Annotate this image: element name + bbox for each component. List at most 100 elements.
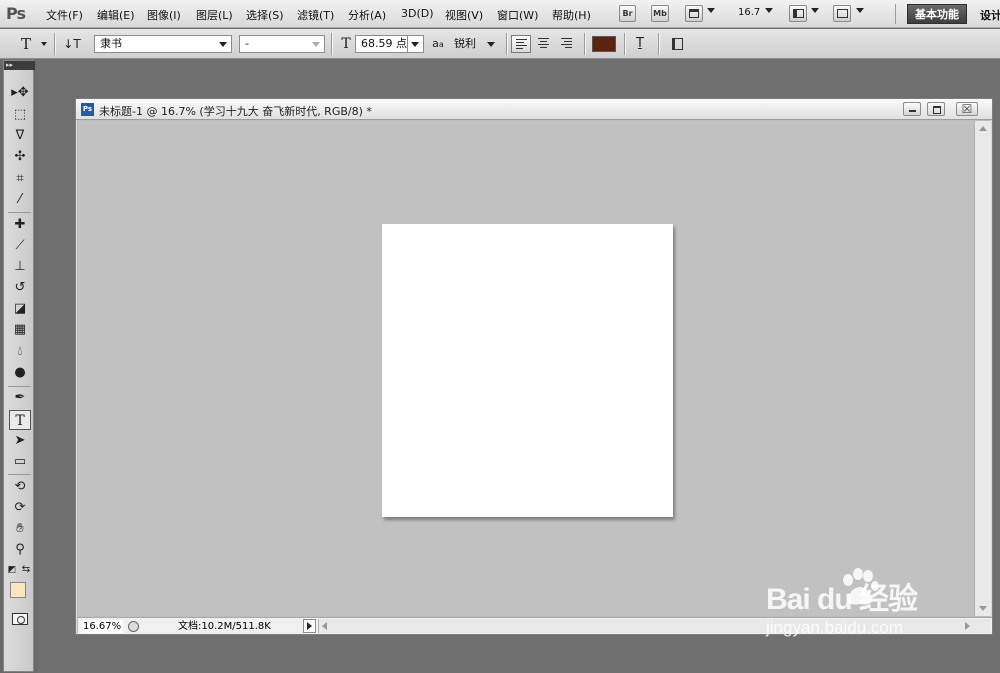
horizontal-scrollbar[interactable]: [318, 619, 990, 633]
zoom-field[interactable]: 16.67%: [81, 620, 123, 633]
close-icon: ☒: [961, 102, 973, 116]
blur-tool-icon[interactable]: 💧︎: [9, 342, 31, 362]
bridge-button[interactable]: Br: [619, 5, 636, 22]
chevron-down-icon: [411, 42, 419, 47]
options-separator: [506, 33, 507, 55]
3d-rotate-tool-icon[interactable]: ⟲: [9, 477, 31, 497]
photoshop-document-icon: Ps: [81, 103, 94, 116]
document-title-bar[interactable]: Ps 未标题-1 @ 16.7% (学习十九大 奋飞新时代, RGB/8) * …: [76, 99, 992, 120]
swap-colors-icon[interactable]: ⇆: [20, 560, 32, 580]
menu-3d[interactable]: 3D(D): [401, 7, 434, 20]
menu-view[interactable]: 视图(V): [445, 7, 483, 23]
menu-analysis[interactable]: 分析(A): [348, 7, 386, 23]
close-button[interactable]: ☒: [956, 102, 978, 116]
tools-separator: [8, 386, 31, 387]
lasso-tool-icon[interactable]: ᐁ: [9, 126, 31, 146]
menu-bar: Ps 文件(F) 编辑(E) 图像(I) 图层(L) 选择(S) 滤镜(T) 分…: [0, 0, 1000, 28]
toggle-text-orientation-icon[interactable]: ↓T: [62, 35, 82, 53]
scroll-left-icon[interactable]: [322, 622, 327, 630]
screen-mode-button[interactable]: [833, 5, 851, 22]
pen-tool-icon[interactable]: ✒: [9, 388, 31, 408]
marquee-tool-icon[interactable]: ⬚: [9, 105, 31, 125]
maximize-button[interactable]: [927, 102, 945, 116]
extras-dropdown-icon[interactable]: [707, 8, 715, 13]
canvas-area[interactable]: [78, 121, 974, 616]
font-size-icon: T: [341, 36, 351, 52]
scroll-down-icon[interactable]: [979, 606, 987, 611]
minimize-button[interactable]: [903, 102, 921, 116]
options-separator: [54, 33, 55, 55]
default-colors-icon[interactable]: ◩: [6, 560, 18, 580]
dodge-tool-icon[interactable]: ●: [9, 363, 31, 383]
antialias-icon: aa: [432, 37, 444, 50]
brush-tool-icon[interactable]: ⟋: [9, 236, 31, 256]
grid-icon: [689, 9, 699, 18]
type-tool-icon[interactable]: T: [9, 410, 31, 430]
font-style-select[interactable]: -: [239, 35, 325, 53]
hand-tool-icon[interactable]: ✋︎: [9, 519, 31, 539]
menu-help[interactable]: 帮助(H): [552, 7, 591, 23]
history-brush-tool-icon[interactable]: ↺: [9, 278, 31, 298]
menu-window[interactable]: 窗口(W): [497, 7, 538, 23]
scroll-up-icon[interactable]: [979, 126, 987, 131]
tool-preset-dropdown-icon[interactable]: [41, 42, 47, 46]
eraser-tool-icon[interactable]: ◪: [9, 299, 31, 319]
menu-select[interactable]: 选择(S): [246, 7, 284, 23]
align-center-button[interactable]: [534, 35, 554, 53]
shape-tool-icon[interactable]: ▭: [9, 452, 31, 472]
document-title: 未标题-1 @ 16.7% (学习十九大 奋飞新时代, RGB/8) *: [99, 105, 372, 118]
tool-preset-type-icon[interactable]: T: [16, 35, 36, 53]
zoom-level[interactable]: 16.7: [738, 7, 760, 18]
zoom-tool-icon[interactable]: ⚲: [9, 540, 31, 560]
menu-filter[interactable]: 滤镜(T): [297, 7, 334, 23]
chevron-down-icon: [312, 42, 320, 47]
tools-panel: ▸▸ ▸✥ ⬚ ᐁ ✣ ⌗ ⁄ ✚ ⟋ ⊥ ↺ ◪ ▦ 💧︎ ● ✒ T ➤ ▭…: [0, 60, 37, 673]
arrange-dropdown-icon[interactable]: [811, 8, 819, 13]
screen-mode-dropdown-icon[interactable]: [856, 8, 864, 13]
3d-orbit-tool-icon[interactable]: ⟳: [9, 498, 31, 518]
extras-button[interactable]: [685, 5, 703, 22]
crop-tool-icon[interactable]: ⌗: [9, 169, 31, 189]
photoshop-logo: Ps: [6, 4, 26, 23]
foreground-color-swatch[interactable]: [10, 582, 26, 598]
text-color-swatch[interactable]: [592, 36, 616, 52]
align-left-button[interactable]: [511, 35, 531, 53]
font-family-select[interactable]: 隶书: [94, 35, 232, 53]
menu-layer[interactable]: 图层(L): [196, 7, 233, 23]
eyedropper-tool-icon[interactable]: ⁄: [9, 190, 31, 210]
tools-separator: [8, 474, 31, 475]
workspace-design-button[interactable]: 设计: [980, 7, 1000, 23]
font-size-dropdown-button[interactable]: [407, 35, 424, 53]
quick-mask-icon[interactable]: [12, 613, 28, 625]
status-bar: 16.67% 文档:10.2M/511.8K: [78, 617, 992, 634]
chevron-down-icon: [219, 42, 227, 47]
status-menu-button[interactable]: [303, 619, 316, 633]
mini-bridge-button[interactable]: Mb: [651, 5, 669, 22]
panel-collapse-icon[interactable]: ▸▸: [4, 61, 35, 70]
menu-edit[interactable]: 编辑(E): [97, 7, 135, 23]
scroll-right-icon[interactable]: [965, 622, 970, 630]
menu-image[interactable]: 图像(I): [147, 7, 181, 23]
status-info-icon[interactable]: [128, 621, 139, 632]
quick-selection-tool-icon[interactable]: ✣: [9, 147, 31, 167]
move-tool-icon[interactable]: ▸✥: [9, 83, 31, 103]
healing-brush-tool-icon[interactable]: ✚: [9, 215, 31, 235]
path-selection-tool-icon[interactable]: ➤: [9, 431, 31, 451]
vertical-scrollbar[interactable]: [974, 121, 991, 616]
antialias-value: 锐利: [454, 37, 476, 50]
options-separator: [624, 33, 625, 55]
warp-text-icon[interactable]: Ṯ: [630, 35, 650, 53]
align-right-button[interactable]: [557, 35, 577, 53]
antialias-select[interactable]: 锐利: [448, 35, 500, 53]
document-window: Ps 未标题-1 @ 16.7% (学习十九大 奋飞新时代, RGB/8) * …: [75, 98, 993, 635]
menu-file[interactable]: 文件(F): [46, 7, 83, 23]
character-panel-icon[interactable]: [668, 35, 686, 53]
document-canvas[interactable]: [382, 224, 673, 517]
arrange-documents-button[interactable]: [789, 5, 807, 22]
gradient-tool-icon[interactable]: ▦: [9, 320, 31, 340]
options-separator: [331, 33, 332, 55]
font-style-value: -: [245, 37, 249, 50]
zoom-dropdown-icon[interactable]: [765, 8, 773, 13]
workspace-essentials-button[interactable]: 基本功能: [907, 4, 967, 24]
clone-stamp-tool-icon[interactable]: ⊥: [9, 257, 31, 277]
